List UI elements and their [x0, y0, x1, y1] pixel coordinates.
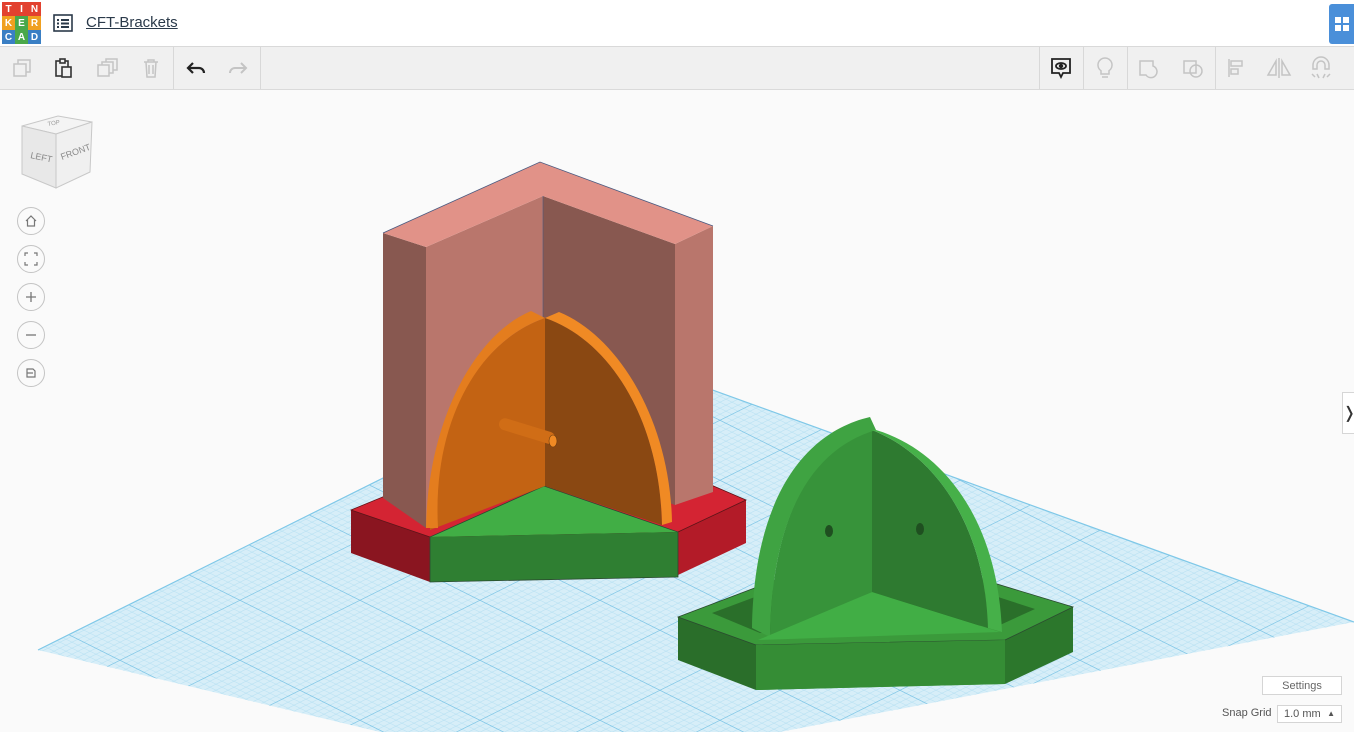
logo-letter: C [2, 30, 15, 44]
edit-toolbar [0, 47, 1354, 90]
copy-icon[interactable] [7, 53, 37, 83]
logo-letter: I [15, 2, 28, 16]
workplane-viewport[interactable]: LEFT FRONT TOP [0, 90, 1354, 732]
project-title[interactable]: CFT-Brackets [86, 14, 178, 31]
snap-grid-value: 1.0 mm [1284, 708, 1321, 720]
notes-visibility-icon[interactable] [1046, 53, 1076, 83]
projection-icon[interactable] [17, 359, 45, 387]
snap-grid-label: Snap Grid [1222, 707, 1272, 719]
ungroup-icon[interactable] [1178, 53, 1208, 83]
view-cube[interactable]: LEFT FRONT TOP [18, 112, 98, 192]
apps-grid-icon[interactable] [1329, 4, 1354, 44]
magnet-icon[interactable] [1306, 53, 1336, 83]
caret-up-icon: ▲ [1327, 709, 1335, 718]
snap-grid-select[interactable]: 1.0 mm ▲ [1277, 705, 1342, 723]
undo-icon[interactable] [181, 53, 211, 83]
delete-icon[interactable] [136, 53, 166, 83]
app-header: TINKERCAD CFT-Brackets [0, 0, 1354, 47]
home-view-icon[interactable] [17, 207, 45, 235]
paste-icon[interactable] [48, 53, 78, 83]
tinkercad-logo[interactable]: TINKERCAD [2, 2, 41, 44]
zoom-in-icon[interactable] [17, 283, 45, 311]
zoom-out-icon[interactable] [17, 321, 45, 349]
logo-letter: R [28, 16, 41, 30]
logo-letter: N [28, 2, 41, 16]
logo-letter: D [28, 30, 41, 44]
logo-letter: T [2, 2, 15, 16]
logo-letter: K [2, 16, 15, 30]
mirror-icon[interactable] [1264, 53, 1294, 83]
logo-letter: A [15, 30, 28, 44]
lightbulb-icon[interactable] [1090, 53, 1120, 83]
fit-all-icon[interactable] [17, 245, 45, 273]
redo-icon[interactable] [223, 53, 253, 83]
settings-button[interactable]: Settings [1262, 676, 1342, 695]
panel-expand-chevron-icon[interactable]: ❭ [1342, 392, 1354, 434]
align-icon[interactable] [1222, 53, 1252, 83]
logo-letter: E [15, 16, 28, 30]
group-icon[interactable] [1134, 53, 1164, 83]
duplicate-icon[interactable] [92, 53, 122, 83]
design-list-icon[interactable] [52, 12, 74, 34]
